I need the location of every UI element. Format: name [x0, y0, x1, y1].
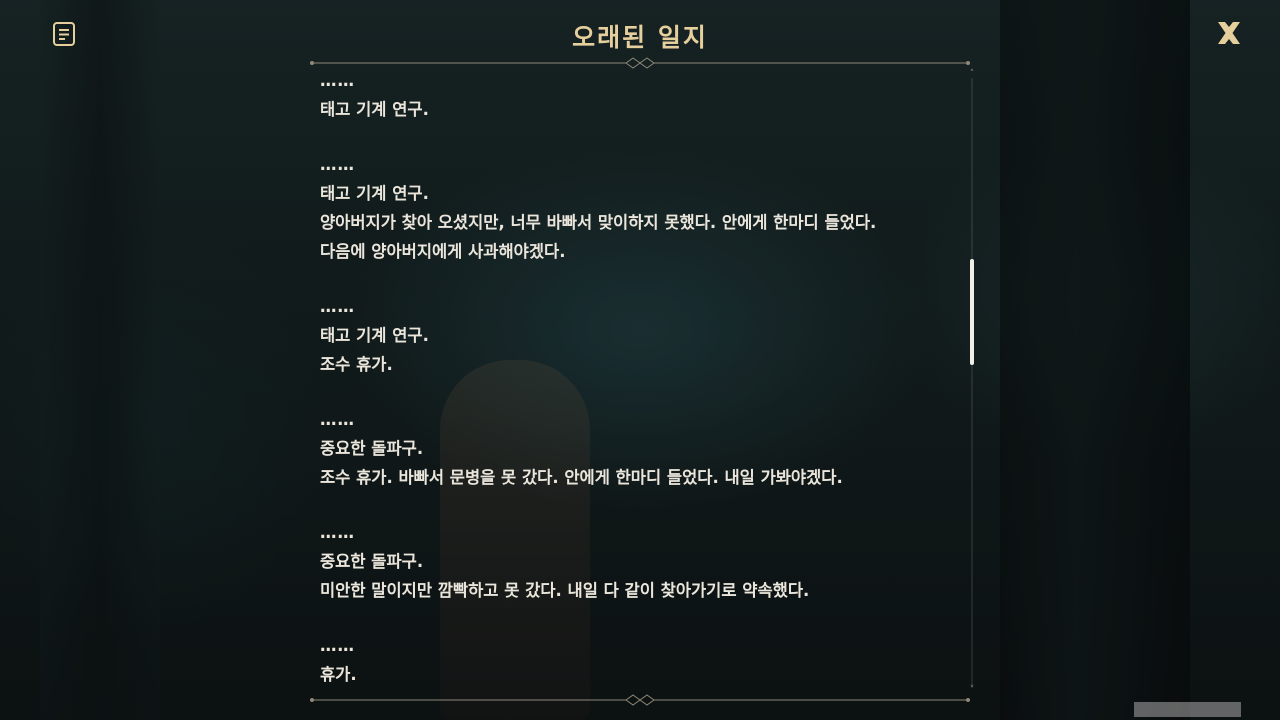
journal-entry: ……휴가.조수 휴가. 문병.	[320, 631, 960, 694]
journal-entry: …… 태고 기계 연구. 조수 휴가.	[320, 292, 960, 379]
scrollbar-track[interactable]	[971, 78, 973, 688]
entry-text-line: 중요한 돌파구.	[320, 552, 424, 571]
entry-ellipsis: ……	[320, 155, 355, 174]
entry-text-line: 중요한 돌파구.	[320, 439, 424, 458]
entry-text-line: 미안한 말이지만 깜빡하고 못 갔다. 내일 다 같이 찾아가기로 약속했다.	[320, 581, 810, 600]
background-pillar-right	[1000, 0, 1190, 720]
entry-text-line: 양아버지가 찾아 오셨지만, 너무 바빠서 맞이하지 못했다. 안에게 한마디 …	[320, 213, 877, 232]
entry-ellipsis: ……	[320, 297, 355, 316]
entry-text-line: 조수 휴가.	[320, 355, 393, 374]
journal-entry: …… 태고 기계 연구. 양아버지가 찾아 오셨지만, 너무 바빠서 맞이하지 못했…	[320, 150, 960, 266]
background-pillar-left	[40, 0, 160, 720]
entry-text-line: 태고 기계 연구.	[320, 184, 429, 203]
entry-text-line: 휴가.	[320, 665, 357, 684]
journal-content[interactable]: …… 태고 기계 연구. …… 태고 기계 연구. 양아버지가 찾아 오셨지만, 너무 …	[320, 66, 960, 694]
entry-ellipsis: ……	[320, 523, 355, 542]
page-title: 오래된 일지	[572, 23, 708, 52]
bottom-ornament-divider	[310, 694, 970, 706]
bottom-indicator-bar	[1134, 702, 1241, 717]
scroll-down-arrow-icon[interactable]: ˅	[966, 686, 978, 695]
entry-text-line: 조수 휴가. 바빠서 문병을 못 갔다. 안에게 한마디 들었다. 내일 가봐야…	[320, 468, 843, 487]
close-x-icon	[1218, 22, 1240, 44]
entry-text-line: 태고 기계 연구.	[320, 326, 429, 345]
scrollbar-thumb[interactable]	[970, 259, 974, 366]
journal-entry: …… 중요한 돌파구. 조수 휴가. 바빠서 문병을 못 갔다. 안에게 한마디 들…	[320, 405, 960, 492]
scroll-up-arrow-icon[interactable]: ˄	[966, 70, 978, 79]
journal-entry: …… 태고 기계 연구.	[320, 66, 960, 124]
entry-text-line: 다음에 양아버지에게 사과해야겠다.	[320, 242, 566, 261]
close-button[interactable]	[1212, 16, 1246, 50]
document-list-icon	[53, 22, 75, 46]
entry-text-line: 태고 기계 연구.	[320, 100, 429, 119]
menu-button[interactable]	[50, 20, 78, 48]
journal-entry: …… 중요한 돌파구. 미안한 말이지만 깜빡하고 못 갔다. 내일 다 같이 찾아…	[320, 518, 960, 605]
entry-ellipsis: ……	[320, 71, 355, 90]
entry-ellipsis: ……	[320, 410, 355, 429]
entry-ellipsis: ……	[320, 636, 355, 655]
